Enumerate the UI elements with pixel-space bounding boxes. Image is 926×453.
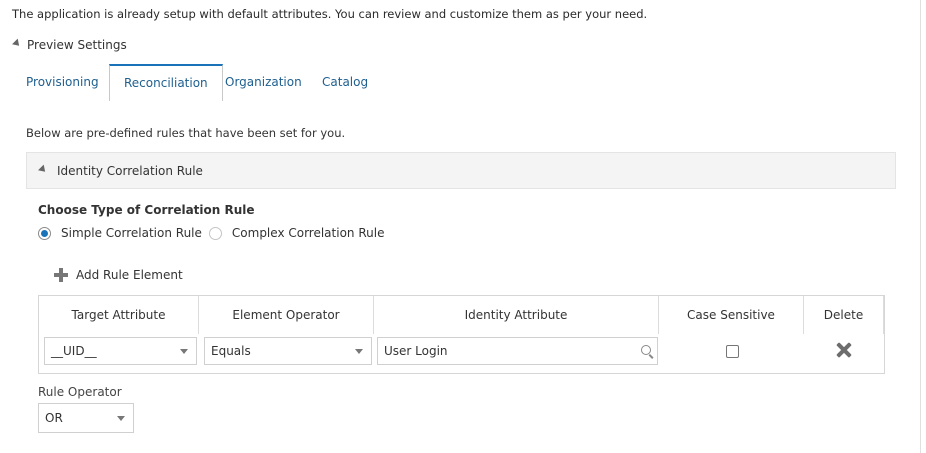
delete-icon[interactable] (836, 342, 852, 358)
tab-provisioning[interactable]: Provisioning (12, 64, 113, 100)
tab-catalog[interactable]: Catalog (308, 64, 382, 100)
plus-icon (54, 268, 68, 282)
rules-intro-text: Below are pre-defined rules that have be… (26, 126, 346, 140)
case-sensitive-checkbox[interactable] (726, 345, 739, 358)
collapse-triangle-icon (12, 38, 22, 49)
rule-operator-value: OR (45, 411, 63, 425)
collapse-triangle-icon (38, 164, 48, 175)
correlation-type-heading: Choose Type of Correlation Rule (38, 203, 255, 217)
tab-organization[interactable]: Organization (211, 64, 316, 100)
identity-attribute-value: User Login (384, 344, 448, 358)
complex-correlation-label[interactable]: Complex Correlation Rule (232, 226, 385, 240)
identity-attribute-input[interactable]: User Login (377, 337, 658, 365)
chevron-down-icon (117, 416, 125, 421)
simple-correlation-label[interactable]: Simple Correlation Rule (61, 226, 202, 240)
element-operator-select[interactable]: Equals (204, 337, 372, 365)
simple-correlation-radio[interactable] (38, 226, 51, 240)
rule-elements-table: Target Attribute Element Operator Identi… (38, 295, 885, 374)
rule-operator-label: Rule Operator (38, 385, 122, 399)
search-icon[interactable] (641, 345, 651, 355)
complex-correlation-radio[interactable] (208, 226, 222, 240)
chevron-down-icon (180, 349, 188, 354)
rule-operator-select[interactable]: OR (38, 403, 134, 433)
section-title: Identity Correlation Rule (57, 163, 203, 178)
chevron-down-icon (355, 349, 363, 354)
tab-reconciliation[interactable]: Reconciliation (109, 64, 223, 101)
header-element-operator: Element Operator (199, 296, 374, 334)
header-case-sensitive: Case Sensitive (659, 296, 804, 334)
correlation-type-radio-group: Simple Correlation Rule Complex Correlat… (38, 226, 388, 240)
target-attribute-value: __UID__ (51, 344, 97, 358)
target-attribute-select[interactable]: __UID__ (44, 337, 197, 365)
tab-bar: Provisioning Reconciliation Organization… (12, 64, 920, 101)
add-rule-element-label: Add Rule Element (76, 268, 183, 282)
identity-correlation-rule-header[interactable]: Identity Correlation Rule (26, 152, 896, 189)
add-rule-element-button[interactable]: Add Rule Element (54, 268, 183, 282)
header-target-attribute: Target Attribute (39, 296, 199, 334)
header-delete: Delete (804, 296, 884, 334)
header-identity-attribute: Identity Attribute (374, 296, 659, 334)
preview-settings-label: Preview Settings (27, 38, 127, 52)
preview-settings-toggle[interactable]: Preview Settings (12, 38, 127, 52)
intro-text: The application is already setup with de… (12, 7, 648, 21)
element-operator-value: Equals (211, 344, 251, 358)
